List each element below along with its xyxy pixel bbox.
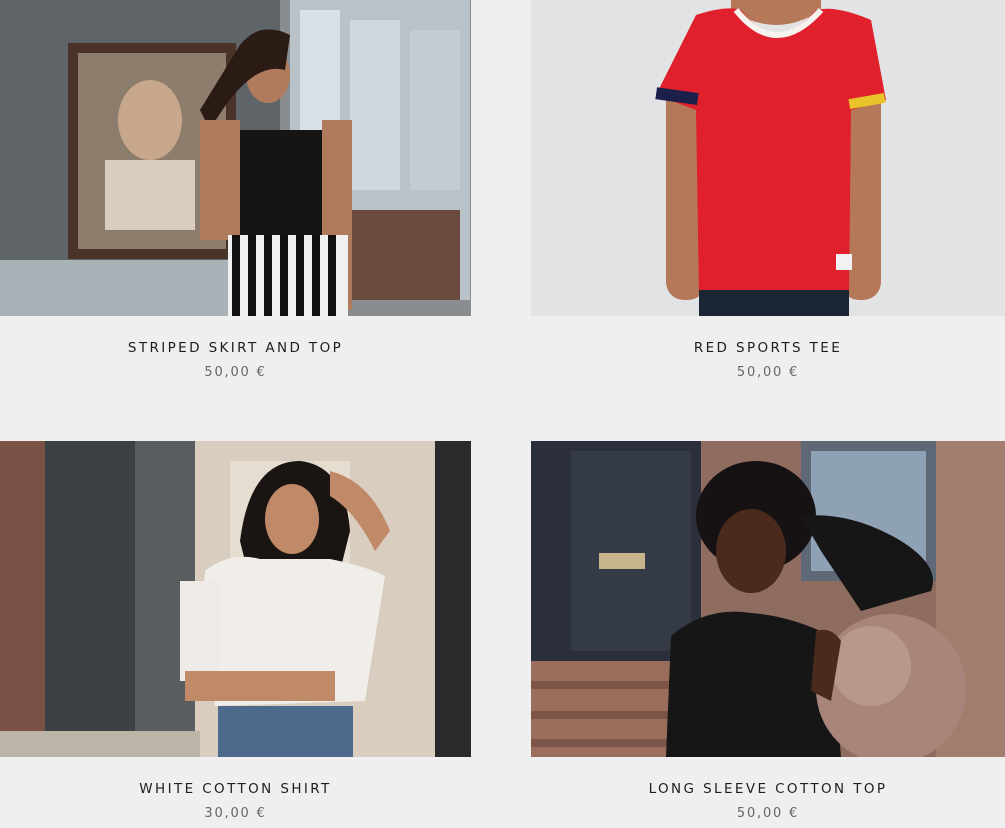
product-title[interactable]: RED SPORTS TEE — [531, 340, 1005, 356]
product-card[interactable]: LONG SLEEVE COTTON TOP 50,00 € — [531, 441, 1005, 821]
product-card[interactable]: WHITE COTTON SHIRT 30,00 € — [0, 441, 471, 821]
product-card[interactable]: RED SPORTS TEE 50,00 € — [531, 0, 1005, 380]
product-image[interactable] — [0, 0, 471, 316]
product-grid: STRIPED SKIRT AND TOP 50,00 € RED SPORTS… — [0, 0, 1005, 828]
product-price: 30,00 € — [204, 806, 267, 821]
product-image[interactable] — [531, 0, 1005, 316]
product-image[interactable] — [531, 441, 1005, 757]
product-price: 50,00 € — [736, 806, 800, 821]
product-image[interactable] — [0, 441, 471, 757]
product-title[interactable]: LONG SLEEVE COTTON TOP — [531, 781, 1005, 797]
product-price: 50,00 € — [204, 365, 267, 380]
product-price: 50,00 € — [736, 365, 800, 380]
product-card[interactable]: STRIPED SKIRT AND TOP 50,00 € — [0, 0, 471, 380]
product-title[interactable]: STRIPED SKIRT AND TOP — [0, 340, 471, 356]
product-title[interactable]: WHITE COTTON SHIRT — [0, 781, 471, 797]
